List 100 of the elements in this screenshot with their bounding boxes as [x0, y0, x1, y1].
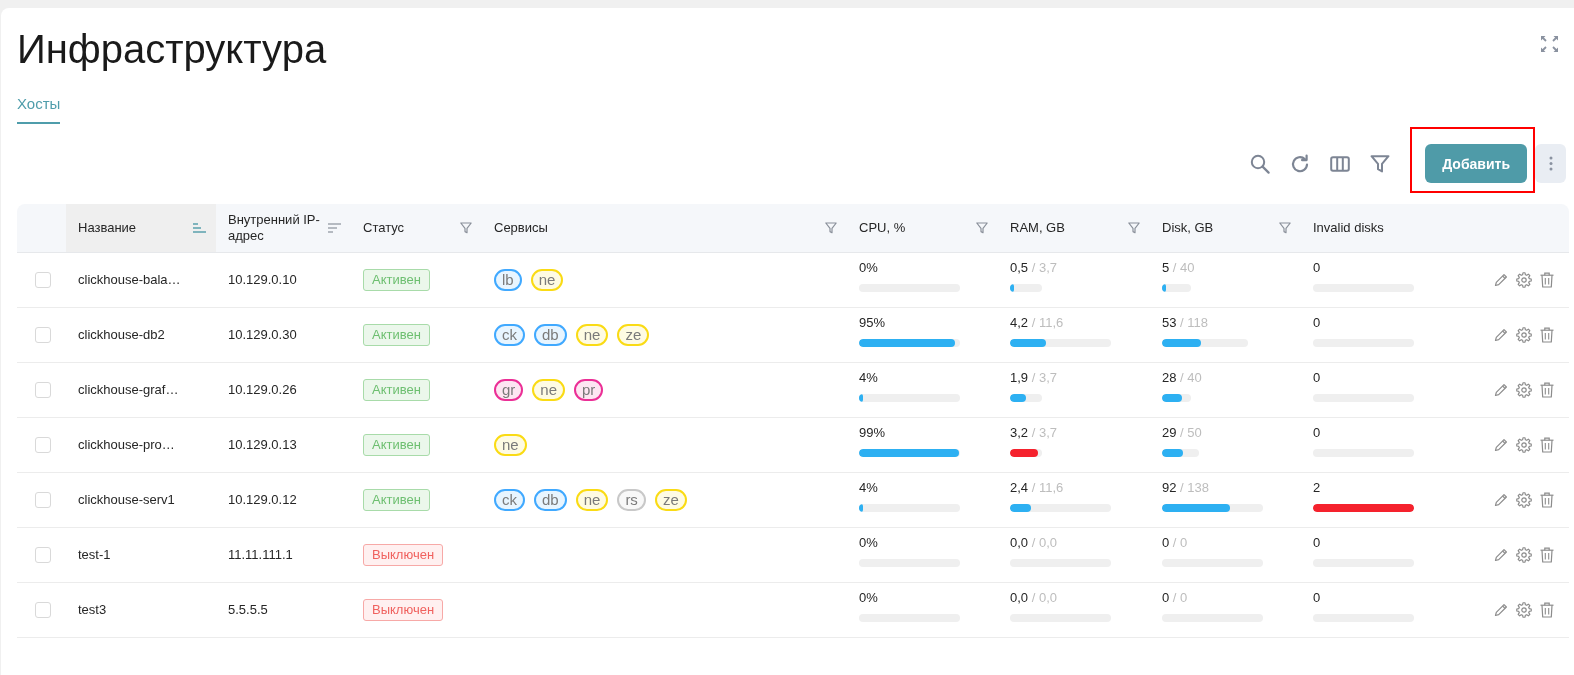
column-header: CPU, %	[859, 220, 906, 236]
ram-usage: 0,0 / 0,0	[1010, 590, 1057, 606]
service-tag: ck	[494, 324, 525, 346]
cpu-usage: 0%	[859, 535, 878, 551]
sort-icon[interactable]	[193, 223, 206, 233]
ip-address: 10.129.0.12	[228, 492, 297, 508]
ip-address: 10.129.0.13	[228, 437, 297, 453]
trash-icon[interactable]	[1539, 327, 1555, 343]
disk-usage: 0 / 0	[1162, 590, 1188, 606]
cpu-usage: 4%	[859, 370, 878, 386]
ram-usage: 4,2 / 11,6	[1010, 315, 1064, 331]
gear-icon[interactable]	[1516, 602, 1532, 618]
trash-icon[interactable]	[1539, 272, 1555, 288]
invalid-disks-count: 0	[1313, 370, 1321, 386]
trash-icon[interactable]	[1539, 547, 1555, 563]
host-name: test3	[78, 602, 107, 618]
row-checkbox[interactable]	[34, 382, 51, 398]
filter-icon[interactable]	[1370, 153, 1391, 174]
service-tag: ne	[575, 489, 609, 511]
filter-icon[interactable]	[1128, 222, 1140, 234]
trash-icon[interactable]	[1539, 382, 1555, 398]
service-tag: ne	[575, 324, 609, 346]
disk-usage: 92 / 138	[1162, 480, 1209, 496]
invalid-disks-count: 0	[1313, 260, 1321, 276]
more-icon	[1548, 156, 1553, 171]
column-header: Статус	[363, 220, 405, 236]
columns-icon[interactable]	[1330, 153, 1351, 174]
invalid-disks-count: 2	[1313, 480, 1321, 496]
tab[interactable]: Хосты	[17, 95, 61, 124]
row-checkbox[interactable]	[34, 437, 51, 453]
column-header: Название	[78, 220, 137, 236]
column-header: Disk, GB	[1162, 220, 1214, 236]
trash-icon[interactable]	[1539, 492, 1555, 508]
host-name: clickhouse-bala…	[78, 272, 181, 288]
service-tag: db	[534, 489, 567, 511]
disk-usage: 28 / 40	[1162, 370, 1202, 386]
ip-address: 11.11.111.1	[228, 547, 293, 563]
status-badge: Активен	[363, 324, 430, 346]
filter-icon[interactable]	[825, 222, 837, 234]
status-badge: Активен	[363, 434, 430, 456]
pencil-icon[interactable]	[1493, 437, 1509, 453]
service-tag: db	[534, 324, 567, 346]
more-button[interactable]	[1535, 144, 1566, 183]
refresh-icon[interactable]	[1290, 153, 1311, 174]
search-icon[interactable]	[1250, 153, 1271, 174]
ram-usage: 0,5 / 3,7	[1010, 260, 1057, 276]
pencil-icon[interactable]	[1493, 492, 1509, 508]
service-tag: gr	[494, 379, 524, 401]
trash-icon[interactable]	[1539, 437, 1555, 453]
pencil-icon[interactable]	[1493, 547, 1509, 563]
ip-address: 10.129.0.26	[228, 382, 297, 398]
sort-icon[interactable]	[328, 223, 341, 233]
row-checkbox[interactable]	[34, 272, 51, 288]
service-tag: ne	[530, 269, 564, 291]
gear-icon[interactable]	[1516, 437, 1532, 453]
invalid-disks-count: 0	[1313, 535, 1321, 551]
gear-icon[interactable]	[1516, 327, 1532, 343]
invalid-disks-count: 0	[1313, 315, 1321, 331]
row-checkbox[interactable]	[34, 492, 51, 508]
ram-usage: 3,2 / 3,7	[1010, 425, 1057, 441]
column-header: RAM, GB	[1010, 220, 1065, 236]
gear-icon[interactable]	[1516, 382, 1532, 398]
column-header: Внутренний IP-адрес	[228, 212, 321, 244]
ram-usage: 0,0 / 0,0	[1010, 535, 1057, 551]
invalid-disks-count: 0	[1313, 590, 1321, 606]
row-checkbox[interactable]	[34, 602, 51, 618]
invalid-disks-count: 0	[1313, 425, 1321, 441]
status-badge: Активен	[363, 489, 430, 511]
gear-icon[interactable]	[1516, 492, 1532, 508]
column-header: Invalid disks	[1313, 220, 1384, 236]
filter-icon[interactable]	[1279, 222, 1291, 234]
status-badge: Выключен	[363, 599, 444, 621]
status-badge: Активен	[363, 269, 430, 291]
pencil-icon[interactable]	[1493, 602, 1509, 618]
expand-icon[interactable]	[1540, 35, 1559, 53]
status-badge: Выключен	[363, 544, 444, 566]
row-checkbox[interactable]	[34, 327, 51, 343]
ip-address: 10.129.0.10	[228, 272, 297, 288]
gear-icon[interactable]	[1516, 272, 1532, 288]
filter-icon[interactable]	[976, 222, 988, 234]
service-tag: ne	[532, 379, 566, 401]
disk-usage: 0 / 0	[1162, 535, 1188, 551]
host-name: clickhouse-serv1	[78, 492, 175, 508]
trash-icon[interactable]	[1539, 602, 1555, 618]
cpu-usage: 0%	[859, 260, 878, 276]
service-tag: rs	[617, 489, 646, 511]
disk-usage: 53 / 118	[1162, 315, 1209, 331]
page-title: Инфраструктура	[17, 26, 327, 73]
host-name: clickhouse-db2	[78, 327, 165, 343]
service-tag: ck	[494, 489, 525, 511]
row-checkbox[interactable]	[34, 547, 51, 563]
ram-usage: 2,4 / 11,6	[1010, 480, 1064, 496]
gear-icon[interactable]	[1516, 547, 1532, 563]
pencil-icon[interactable]	[1493, 382, 1509, 398]
filter-icon[interactable]	[460, 222, 472, 234]
add-button[interactable]: Добавить	[1425, 144, 1527, 183]
pencil-icon[interactable]	[1493, 327, 1509, 343]
ip-address: 5.5.5.5	[228, 602, 268, 618]
service-tag: ne	[494, 434, 527, 456]
pencil-icon[interactable]	[1493, 272, 1509, 288]
